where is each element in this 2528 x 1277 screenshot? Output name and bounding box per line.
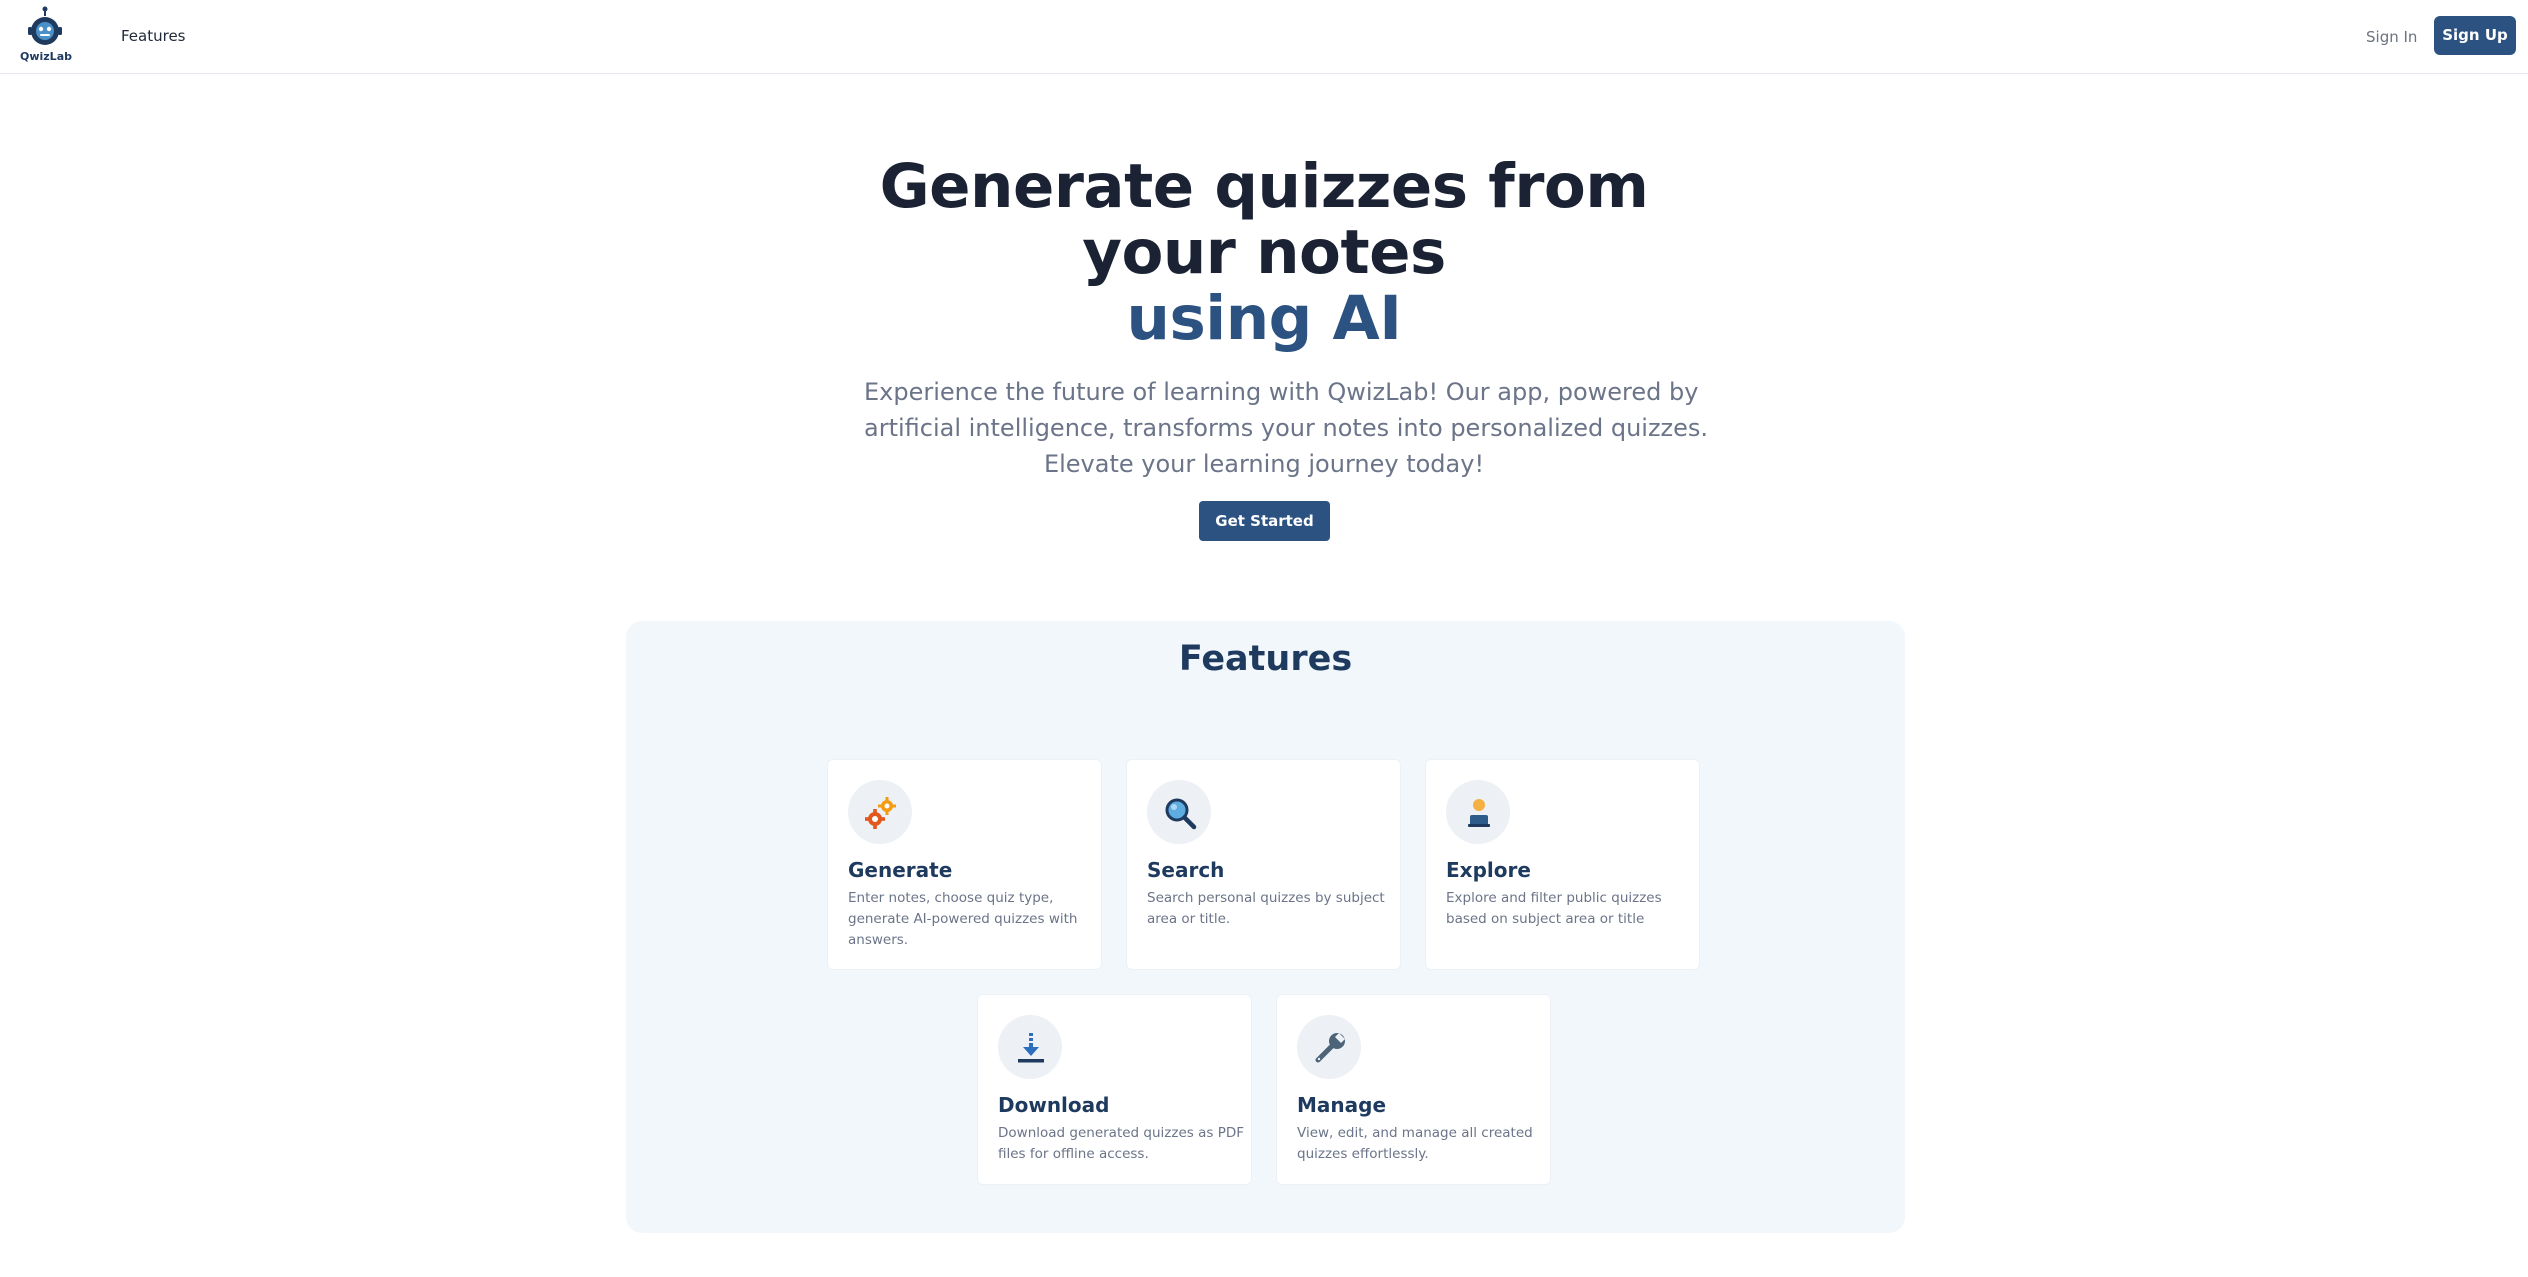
brand-name: QwizLab: [20, 50, 72, 63]
hero-title-accent: using AI: [1126, 283, 1402, 354]
feature-card-generate: Generate Enter notes, choose quiz type, …: [827, 759, 1102, 970]
hero-title-line: your notes: [1082, 217, 1446, 288]
feature-description: Search personal quizzes by subject area …: [1147, 888, 1387, 930]
feature-card-search: Search Search personal quizzes by subjec…: [1126, 759, 1401, 970]
nav-link-features[interactable]: Features: [121, 27, 186, 45]
feature-description-line: answers.: [848, 932, 909, 948]
feature-description-line: quizzes effortlessly.: [1297, 1146, 1429, 1162]
hero-subtitle-line: Elevate your learning journey today!: [1043, 450, 1485, 478]
sign-up-button[interactable]: Sign Up: [2434, 16, 2516, 55]
feature-card-explore: Explore Explore and filter public quizze…: [1425, 759, 1700, 970]
feature-title: Explore: [1446, 858, 1531, 882]
feature-description-line: files for offline access.: [998, 1146, 1149, 1162]
feature-description-line: generate AI-powered quizzes with: [848, 911, 1078, 927]
feature-card-manage: Manage View, edit, and manage all create…: [1276, 994, 1551, 1185]
get-started-button[interactable]: Get Started: [1199, 501, 1330, 541]
feature-description: Download generated quizzes as PDF files …: [998, 1123, 1244, 1165]
person-icon: [1468, 799, 1490, 827]
feature-description-line: Search personal quizzes by subject: [1147, 890, 1385, 906]
feature-description-line: Enter notes, choose quiz type,: [848, 890, 1054, 906]
robot-logo-icon: [28, 6, 62, 45]
feature-title: Generate: [848, 858, 953, 882]
brand-logo[interactable]: QwizLab: [20, 6, 72, 66]
features-title: Features: [1178, 639, 1353, 679]
feature-title: Manage: [1297, 1093, 1387, 1117]
feature-icon-circle: [1446, 780, 1510, 844]
feature-title: Download: [998, 1093, 1110, 1117]
feature-card-download: Download Download generated quizzes as P…: [977, 994, 1252, 1185]
navbar: QwizLab Features Sign In Sign Up: [0, 0, 2528, 74]
feature-description: Enter notes, choose quiz type, generate …: [848, 888, 1088, 951]
feature-icon-circle: [998, 1015, 1062, 1079]
features-section: Features Generate Enter notes, choose qu…: [626, 621, 1905, 1233]
gears-icon: [865, 797, 896, 829]
sign-in-link[interactable]: Sign In: [2366, 28, 2417, 46]
feature-description-line: View, edit, and manage all created: [1297, 1125, 1533, 1141]
feature-description-line: area or title.: [1147, 911, 1231, 927]
magnifier-icon: [1165, 798, 1197, 830]
feature-description-line: Explore and filter public quizzes: [1446, 890, 1662, 906]
feature-icon-circle: [848, 780, 912, 844]
feature-description: Explore and filter public quizzes based …: [1446, 888, 1686, 930]
feature-icon-circle: [1297, 1015, 1361, 1079]
feature-description: View, edit, and manage all created quizz…: [1297, 1123, 1537, 1165]
feature-title: Search: [1147, 858, 1225, 882]
hero-subtitle-line: artificial intelligence, transforms your…: [864, 414, 1709, 442]
wrench-icon: [1315, 1033, 1345, 1063]
hero-title-line: Generate quizzes from: [879, 151, 1649, 222]
feature-icon-circle: [1147, 780, 1211, 844]
feature-description-line: Download generated quizzes as PDF: [998, 1125, 1244, 1141]
download-icon: [1018, 1033, 1044, 1063]
hero-subtitle: Experience the future of learning with Q…: [864, 374, 1709, 482]
feature-description-line: based on subject area or title: [1446, 911, 1645, 927]
hero-title: Generate quizzes from your notes using A…: [764, 154, 1764, 352]
hero-subtitle-line: Experience the future of learning with Q…: [864, 378, 1699, 406]
